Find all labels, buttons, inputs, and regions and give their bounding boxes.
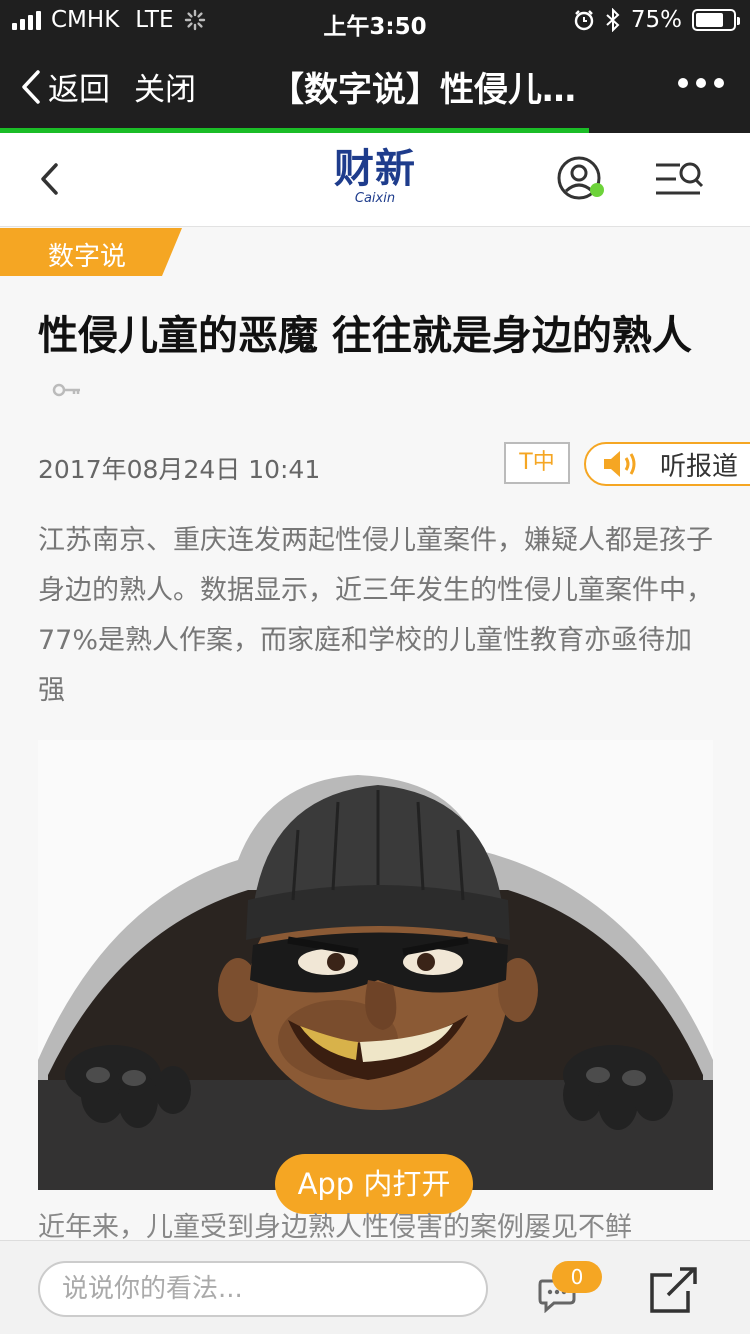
bluetooth-icon [606,8,620,32]
back-label: 返回 [48,72,110,108]
article-title: 性侵儿童的恶魔 往往就是身边的熟人 [38,310,718,414]
article-hero-image [38,740,713,1190]
share-icon [650,1267,697,1313]
battery-icon [692,9,740,31]
page-title: 【数字说】性侵儿… [270,70,576,110]
open-in-app-button[interactable]: App 内打开 [275,1154,473,1214]
status-bar: CMHK LTE 上午3:50 75% [0,0,750,40]
font-size-button[interactable]: T中 [504,442,570,484]
category-tag[interactable]: 数字说 [0,228,182,276]
user-button[interactable] [556,155,608,211]
key-icon [52,383,80,397]
back-chevron-icon [41,163,58,195]
search-menu-button[interactable] [654,159,704,203]
article-summary: 江苏南京、重庆连发两起性侵儿童案件，嫌疑人都是孩子身边的熟人。数据显示，近三年发… [38,525,713,706]
listen-label: 听报道 [660,451,739,482]
battery-percent: 75% [630,7,682,33]
logo-cn: 财新 [334,145,416,192]
speaker-icon [604,451,636,477]
search-menu-icon [656,162,704,195]
user-icon [557,156,604,200]
logo-en: Caixin [354,191,396,206]
back-button[interactable]: 返回 [20,64,110,109]
caixin-logo[interactable]: 财新 Caixin [315,147,435,207]
close-button[interactable]: 关闭 [134,64,196,109]
back-chevron-icon [22,69,40,104]
article-title-text: 性侵儿童的恶魔 往往就是身边的熟人 [38,313,692,359]
caixin-header: 财新 Caixin [0,133,750,227]
listen-button[interactable]: 听报道 [584,442,750,486]
article-body-first-line: 近年来，儿童受到身边熟人性侵害的案例屡见不鲜 [38,1212,632,1240]
article-back-button[interactable] [36,159,62,203]
share-button[interactable] [648,1265,700,1319]
category-label: 数字说 [48,242,127,272]
publish-date: 2017年08月24日 10:41 [38,455,321,484]
comment-count-badge: 0 [552,1261,602,1293]
wechat-nav-bar: 返回 关闭 【数字说】性侵儿… [0,40,750,128]
more-icon[interactable] [678,78,724,88]
bottom-bar: 说说你的看法... 0 [0,1240,750,1334]
alarm-icon [574,10,594,31]
comment-input[interactable]: 说说你的看法... [38,1261,488,1317]
